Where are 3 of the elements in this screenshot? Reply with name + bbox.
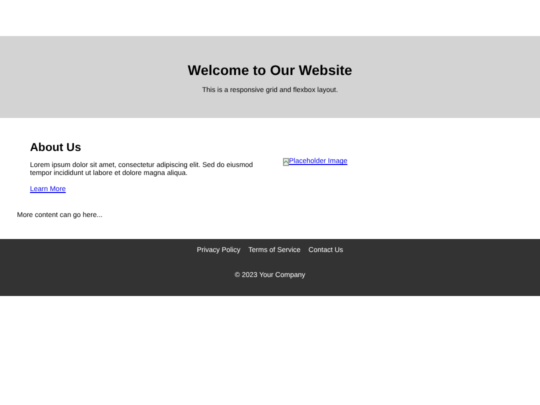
broken-image-icon [283, 158, 289, 166]
section-heading: About Us [30, 142, 82, 154]
page-title: Welcome to Our Website [188, 62, 352, 78]
